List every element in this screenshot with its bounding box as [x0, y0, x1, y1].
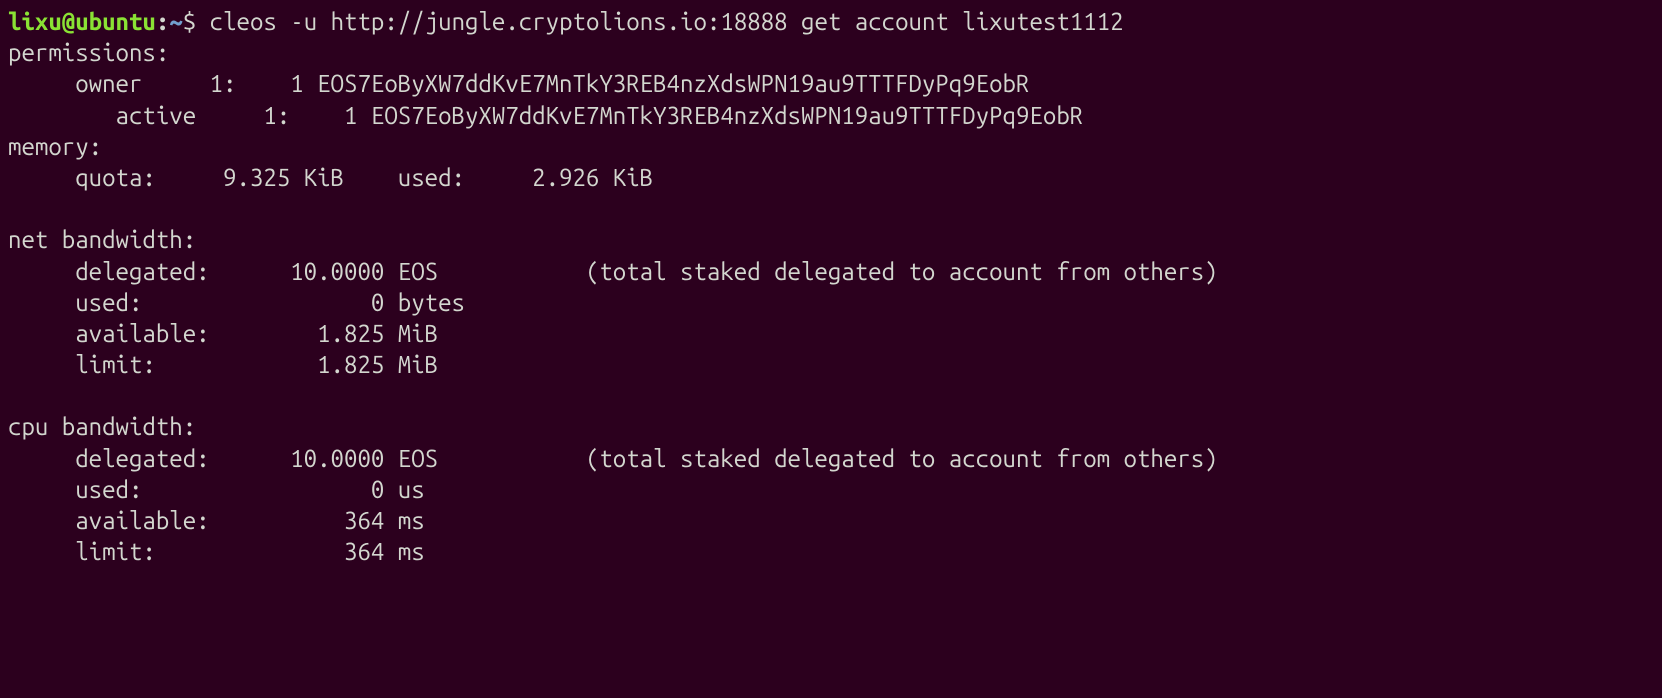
cpu-delegated-line: delegated: 10.0000 EOS (total staked del… — [8, 445, 1218, 472]
terminal-window[interactable]: lixu@ubuntu:~$ cleos -u http://jungle.cr… — [0, 0, 1662, 573]
net-limit-line: limit: 1.825 MiB — [8, 351, 465, 378]
net-bandwidth-header: net bandwidth: — [8, 226, 210, 253]
command-text: cleos -u http://jungle.cryptolions.io:18… — [210, 8, 1124, 35]
cpu-used-line: used: 0 us — [8, 476, 465, 503]
net-available-line: available: 1.825 MiB — [8, 320, 465, 347]
memory-header: memory: — [8, 133, 116, 160]
permissions-header: permissions: — [8, 39, 183, 66]
cpu-limit-line: limit: 364 ms — [8, 538, 465, 565]
net-delegated-line: delegated: 10.0000 EOS (total staked del… — [8, 258, 1218, 285]
prompt-path: ~ — [169, 8, 182, 35]
owner-permission-line: owner 1: 1 EOS7EoByXW7ddKvE7MnTkY3REB4nz… — [8, 70, 1029, 97]
prompt-colon: : — [156, 8, 169, 35]
prompt-user: lixu — [8, 8, 62, 35]
net-used-line: used: 0 bytes — [8, 289, 465, 316]
cpu-available-line: available: 364 ms — [8, 507, 465, 534]
active-permission-line: active 1: 1 EOS7EoByXW7ddKvE7MnTkY3REB4n… — [8, 102, 1083, 129]
memory-line: quota: 9.325 KiB used: 2.926 KiB — [8, 164, 680, 191]
prompt-host: ubuntu — [75, 8, 156, 35]
cpu-bandwidth-header: cpu bandwidth: — [8, 413, 196, 440]
prompt-line[interactable]: lixu@ubuntu:~$ cleos -u http://jungle.cr… — [8, 8, 1124, 35]
prompt-dollar: $ — [183, 8, 210, 35]
prompt-at: @ — [62, 8, 75, 35]
